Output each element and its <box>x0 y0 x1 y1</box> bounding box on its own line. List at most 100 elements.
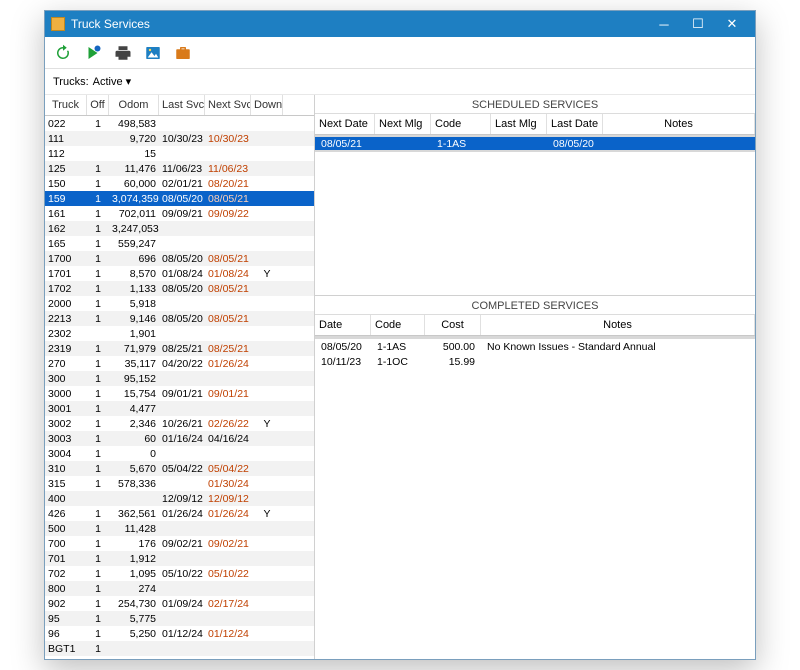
table-row[interactable]: 3151578,33601/30/24 <box>45 476 314 491</box>
col-off[interactable]: Off <box>87 95 109 115</box>
maximize-button[interactable]: ☐ <box>681 14 715 34</box>
table-row[interactable]: 300114,477 <box>45 401 314 416</box>
table-row[interactable]: 3000115,75409/01/2109/01/21 <box>45 386 314 401</box>
table-row[interactable]: 10/11/231-1OC15.99 <box>315 354 755 369</box>
table-row[interactable]: 9515,775 <box>45 611 314 626</box>
scheduled-body[interactable]: 08/05/211-1AS08/05/20 <box>315 135 755 295</box>
table-row[interactable]: 500111,428 <box>45 521 314 536</box>
table-row[interactable]: 200015,918 <box>45 296 314 311</box>
cell: Y <box>251 268 283 280</box>
cell: 1 <box>87 418 109 430</box>
cell: 2302 <box>45 328 87 340</box>
col-down[interactable]: Down <box>251 95 283 115</box>
toolbox-button[interactable] <box>173 43 193 63</box>
cell: 5,250 <box>109 628 159 640</box>
cell: 08/05/20 <box>159 253 205 265</box>
table-row[interactable]: 9615,25001/12/2401/12/24 <box>45 626 314 641</box>
play-icon <box>84 44 102 62</box>
table-row[interactable]: 8001274 <box>45 581 314 596</box>
filter-value: Active <box>93 76 123 88</box>
cell: 5,670 <box>109 463 159 475</box>
col-last-mlg[interactable]: Last Mlg <box>491 114 547 134</box>
table-row[interactable]: 170211,13308/05/2008/05/21 <box>45 281 314 296</box>
cell: 700 <box>45 538 87 550</box>
table-row[interactable]: C100161,30807/01/2207/01/22 <box>45 656 314 659</box>
cell: 9,720 <box>109 133 159 145</box>
col-sched-notes[interactable]: Notes <box>603 114 755 134</box>
table-row[interactable]: 300316001/16/2404/16/24 <box>45 431 314 446</box>
table-row[interactable]: 270135,11704/20/2201/26/24 <box>45 356 314 371</box>
table-row[interactable]: 16213,247,053 <box>45 221 314 236</box>
table-row[interactable]: 15913,074,35908/05/2008/05/21 <box>45 191 314 206</box>
table-row[interactable]: 9021254,73001/09/2402/17/24 <box>45 596 314 611</box>
print-button[interactable] <box>113 43 133 63</box>
col-odom[interactable]: Odom <box>109 95 159 115</box>
table-row[interactable]: 150160,00002/01/2108/20/21 <box>45 176 314 191</box>
cell: 1 <box>87 448 109 460</box>
cell: 1 <box>87 238 109 250</box>
cell: 3001 <box>45 403 87 415</box>
cell: 08/25/21 <box>159 343 205 355</box>
table-row[interactable]: BGT11 <box>45 641 314 656</box>
table-row[interactable]: 1119,72010/30/2310/30/23 <box>45 131 314 146</box>
col-next-date[interactable]: Next Date <box>315 114 375 134</box>
cell: 1700 <box>45 253 87 265</box>
col-next-mlg[interactable]: Next Mlg <box>375 114 431 134</box>
table-row[interactable]: 70211,09505/10/2205/10/22 <box>45 566 314 581</box>
col-truck[interactable]: Truck <box>45 95 87 115</box>
table-row[interactable]: 300410 <box>45 446 314 461</box>
trucks-grid: Truck Off Odom Last Svc Next Svc Down 02… <box>45 95 315 659</box>
table-row[interactable]: 11215 <box>45 146 314 161</box>
table-row[interactable]: 31015,67005/04/2205/04/22 <box>45 461 314 476</box>
col-last-svc[interactable]: Last Svc <box>159 95 205 115</box>
table-row[interactable]: 125111,47611/06/2311/06/23 <box>45 161 314 176</box>
cell: 3,247,053 <box>109 223 159 235</box>
close-button[interactable]: ✕ <box>715 14 749 34</box>
table-row[interactable]: 40012/09/1212/09/12 <box>45 491 314 506</box>
cell: 60,000 <box>109 178 159 190</box>
filter-dropdown[interactable]: Active ▾ <box>93 75 132 88</box>
col-comp-cost[interactable]: Cost <box>425 315 481 335</box>
cell: 1,133 <box>109 283 159 295</box>
cell: 1 <box>87 583 109 595</box>
table-row[interactable]: 1700169608/05/2008/05/21 <box>45 251 314 266</box>
table-row[interactable]: 300195,152 <box>45 371 314 386</box>
col-sched-code[interactable]: Code <box>431 114 491 134</box>
table-row[interactable]: 0221498,583 <box>45 116 314 131</box>
cell: 10/30/23 <box>205 133 251 145</box>
refresh-button[interactable] <box>53 43 73 63</box>
completed-body[interactable]: 08/05/201-1AS500.00No Known Issues - Sta… <box>315 336 755 659</box>
trucks-grid-body[interactable]: 0221498,5831119,72010/30/2310/30/2311215… <box>45 116 314 659</box>
table-row[interactable]: 170118,57001/08/2401/08/24Y <box>45 266 314 281</box>
col-comp-code[interactable]: Code <box>371 315 425 335</box>
cell: 1,901 <box>109 328 159 340</box>
table-row[interactable]: 300212,34610/26/2102/26/22Y <box>45 416 314 431</box>
cell: 1-1AS <box>371 341 425 353</box>
table-row[interactable]: 4261362,56101/26/2401/26/24Y <box>45 506 314 521</box>
cell: 400 <box>45 493 87 505</box>
image-button[interactable] <box>143 43 163 63</box>
cell: BGT1 <box>45 643 87 655</box>
table-row[interactable]: 1651559,247 <box>45 236 314 251</box>
table-row[interactable]: 2302 1,901 <box>45 326 314 341</box>
col-last-date[interactable]: Last Date <box>547 114 603 134</box>
col-comp-date[interactable]: Date <box>315 315 371 335</box>
cell: 1,095 <box>109 568 159 580</box>
table-row[interactable]: 08/05/211-1AS08/05/20 <box>315 135 755 152</box>
cell: 05/10/22 <box>159 568 205 580</box>
table-row[interactable]: 08/05/201-1AS500.00No Known Issues - Sta… <box>315 339 755 354</box>
cell: 08/05/21 <box>205 253 251 265</box>
cell: 150 <box>45 178 87 190</box>
table-row[interactable]: 221319,14608/05/2008/05/21 <box>45 311 314 326</box>
run-button[interactable] <box>83 43 103 63</box>
table-row[interactable]: 2319171,97908/25/2108/25/21 <box>45 341 314 356</box>
cell: 5,918 <box>109 298 159 310</box>
col-comp-notes[interactable]: Notes <box>481 315 755 335</box>
table-row[interactable]: 700117609/02/2109/02/21 <box>45 536 314 551</box>
cell: 95 <box>45 613 87 625</box>
cell: 1 <box>87 118 109 130</box>
minimize-button[interactable]: ─ <box>647 14 681 34</box>
col-next-svc[interactable]: Next Svc <box>205 95 251 115</box>
table-row[interactable]: 70111,912 <box>45 551 314 566</box>
table-row[interactable]: 1611702,01109/09/2109/09/22 <box>45 206 314 221</box>
